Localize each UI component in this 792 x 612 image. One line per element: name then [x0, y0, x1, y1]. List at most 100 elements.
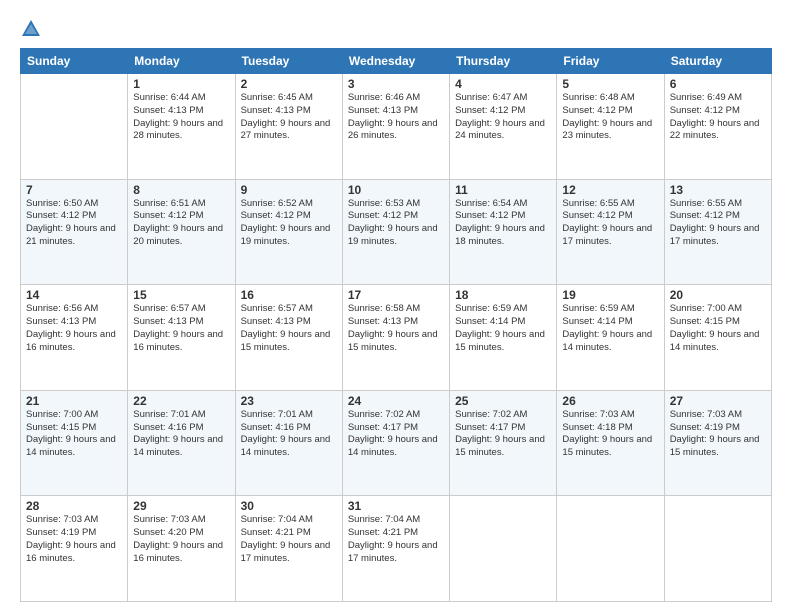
day-number: 19 — [562, 288, 658, 302]
logo-icon — [20, 18, 42, 40]
calendar-week-4: 21Sunrise: 7:00 AMSunset: 4:15 PMDayligh… — [21, 390, 772, 496]
calendar-cell: 24Sunrise: 7:02 AMSunset: 4:17 PMDayligh… — [342, 390, 449, 496]
day-number: 2 — [241, 77, 337, 91]
day-info: Sunrise: 6:59 AMSunset: 4:14 PMDaylight:… — [562, 303, 658, 354]
day-number: 21 — [26, 394, 122, 408]
calendar-cell: 30Sunrise: 7:04 AMSunset: 4:21 PMDayligh… — [235, 496, 342, 602]
day-info: Sunrise: 7:01 AMSunset: 4:16 PMDaylight:… — [133, 409, 229, 460]
day-header-tuesday: Tuesday — [235, 49, 342, 74]
day-number: 30 — [241, 499, 337, 513]
day-info: Sunrise: 7:02 AMSunset: 4:17 PMDaylight:… — [455, 409, 551, 460]
calendar-cell: 5Sunrise: 6:48 AMSunset: 4:12 PMDaylight… — [557, 74, 664, 180]
day-info: Sunrise: 6:45 AMSunset: 4:13 PMDaylight:… — [241, 92, 337, 143]
calendar-cell: 16Sunrise: 6:57 AMSunset: 4:13 PMDayligh… — [235, 285, 342, 391]
day-info: Sunrise: 7:03 AMSunset: 4:20 PMDaylight:… — [133, 514, 229, 565]
calendar-cell: 11Sunrise: 6:54 AMSunset: 4:12 PMDayligh… — [450, 179, 557, 285]
day-number: 17 — [348, 288, 444, 302]
day-info: Sunrise: 6:58 AMSunset: 4:13 PMDaylight:… — [348, 303, 444, 354]
day-header-sunday: Sunday — [21, 49, 128, 74]
calendar-cell: 7Sunrise: 6:50 AMSunset: 4:12 PMDaylight… — [21, 179, 128, 285]
day-header-friday: Friday — [557, 49, 664, 74]
day-info: Sunrise: 7:00 AMSunset: 4:15 PMDaylight:… — [670, 303, 766, 354]
calendar-cell: 22Sunrise: 7:01 AMSunset: 4:16 PMDayligh… — [128, 390, 235, 496]
calendar-cell — [664, 496, 771, 602]
day-header-thursday: Thursday — [450, 49, 557, 74]
day-info: Sunrise: 6:44 AMSunset: 4:13 PMDaylight:… — [133, 92, 229, 143]
day-info: Sunrise: 6:47 AMSunset: 4:12 PMDaylight:… — [455, 92, 551, 143]
page: SundayMondayTuesdayWednesdayThursdayFrid… — [0, 0, 792, 612]
calendar-cell: 21Sunrise: 7:00 AMSunset: 4:15 PMDayligh… — [21, 390, 128, 496]
calendar-cell: 9Sunrise: 6:52 AMSunset: 4:12 PMDaylight… — [235, 179, 342, 285]
day-header-saturday: Saturday — [664, 49, 771, 74]
calendar-table: SundayMondayTuesdayWednesdayThursdayFrid… — [20, 48, 772, 602]
calendar-header-row: SundayMondayTuesdayWednesdayThursdayFrid… — [21, 49, 772, 74]
day-number: 31 — [348, 499, 444, 513]
day-number: 22 — [133, 394, 229, 408]
day-number: 24 — [348, 394, 444, 408]
day-number: 10 — [348, 183, 444, 197]
day-number: 4 — [455, 77, 551, 91]
day-info: Sunrise: 6:59 AMSunset: 4:14 PMDaylight:… — [455, 303, 551, 354]
calendar-cell: 12Sunrise: 6:55 AMSunset: 4:12 PMDayligh… — [557, 179, 664, 285]
day-number: 14 — [26, 288, 122, 302]
calendar-cell: 8Sunrise: 6:51 AMSunset: 4:12 PMDaylight… — [128, 179, 235, 285]
day-header-monday: Monday — [128, 49, 235, 74]
day-info: Sunrise: 6:52 AMSunset: 4:12 PMDaylight:… — [241, 198, 337, 249]
day-info: Sunrise: 6:57 AMSunset: 4:13 PMDaylight:… — [241, 303, 337, 354]
day-info: Sunrise: 6:54 AMSunset: 4:12 PMDaylight:… — [455, 198, 551, 249]
day-info: Sunrise: 7:03 AMSunset: 4:19 PMDaylight:… — [26, 514, 122, 565]
calendar-cell: 27Sunrise: 7:03 AMSunset: 4:19 PMDayligh… — [664, 390, 771, 496]
day-number: 20 — [670, 288, 766, 302]
calendar-cell: 1Sunrise: 6:44 AMSunset: 4:13 PMDaylight… — [128, 74, 235, 180]
day-number: 16 — [241, 288, 337, 302]
day-info: Sunrise: 6:51 AMSunset: 4:12 PMDaylight:… — [133, 198, 229, 249]
day-number: 15 — [133, 288, 229, 302]
calendar-cell: 13Sunrise: 6:55 AMSunset: 4:12 PMDayligh… — [664, 179, 771, 285]
calendar-week-1: 1Sunrise: 6:44 AMSunset: 4:13 PMDaylight… — [21, 74, 772, 180]
day-info: Sunrise: 6:53 AMSunset: 4:12 PMDaylight:… — [348, 198, 444, 249]
day-info: Sunrise: 6:56 AMSunset: 4:13 PMDaylight:… — [26, 303, 122, 354]
day-number: 11 — [455, 183, 551, 197]
calendar-week-5: 28Sunrise: 7:03 AMSunset: 4:19 PMDayligh… — [21, 496, 772, 602]
day-number: 23 — [241, 394, 337, 408]
header — [20, 18, 772, 40]
day-info: Sunrise: 6:55 AMSunset: 4:12 PMDaylight:… — [562, 198, 658, 249]
day-number: 7 — [26, 183, 122, 197]
calendar-cell: 17Sunrise: 6:58 AMSunset: 4:13 PMDayligh… — [342, 285, 449, 391]
day-info: Sunrise: 6:48 AMSunset: 4:12 PMDaylight:… — [562, 92, 658, 143]
day-number: 9 — [241, 183, 337, 197]
day-number: 29 — [133, 499, 229, 513]
day-number: 1 — [133, 77, 229, 91]
day-number: 18 — [455, 288, 551, 302]
day-info: Sunrise: 6:46 AMSunset: 4:13 PMDaylight:… — [348, 92, 444, 143]
day-info: Sunrise: 6:50 AMSunset: 4:12 PMDaylight:… — [26, 198, 122, 249]
calendar-cell — [450, 496, 557, 602]
calendar-cell: 14Sunrise: 6:56 AMSunset: 4:13 PMDayligh… — [21, 285, 128, 391]
day-number: 28 — [26, 499, 122, 513]
calendar-cell: 28Sunrise: 7:03 AMSunset: 4:19 PMDayligh… — [21, 496, 128, 602]
day-number: 3 — [348, 77, 444, 91]
day-number: 25 — [455, 394, 551, 408]
logo — [20, 18, 44, 40]
calendar-cell: 4Sunrise: 6:47 AMSunset: 4:12 PMDaylight… — [450, 74, 557, 180]
day-info: Sunrise: 7:00 AMSunset: 4:15 PMDaylight:… — [26, 409, 122, 460]
calendar-cell — [21, 74, 128, 180]
calendar-cell: 31Sunrise: 7:04 AMSunset: 4:21 PMDayligh… — [342, 496, 449, 602]
day-number: 13 — [670, 183, 766, 197]
calendar-cell: 15Sunrise: 6:57 AMSunset: 4:13 PMDayligh… — [128, 285, 235, 391]
calendar-cell: 18Sunrise: 6:59 AMSunset: 4:14 PMDayligh… — [450, 285, 557, 391]
calendar-cell: 25Sunrise: 7:02 AMSunset: 4:17 PMDayligh… — [450, 390, 557, 496]
day-info: Sunrise: 6:49 AMSunset: 4:12 PMDaylight:… — [670, 92, 766, 143]
day-number: 8 — [133, 183, 229, 197]
day-info: Sunrise: 6:55 AMSunset: 4:12 PMDaylight:… — [670, 198, 766, 249]
day-header-wednesday: Wednesday — [342, 49, 449, 74]
calendar-cell: 26Sunrise: 7:03 AMSunset: 4:18 PMDayligh… — [557, 390, 664, 496]
day-info: Sunrise: 7:03 AMSunset: 4:19 PMDaylight:… — [670, 409, 766, 460]
calendar-cell: 3Sunrise: 6:46 AMSunset: 4:13 PMDaylight… — [342, 74, 449, 180]
day-info: Sunrise: 7:04 AMSunset: 4:21 PMDaylight:… — [348, 514, 444, 565]
calendar-week-2: 7Sunrise: 6:50 AMSunset: 4:12 PMDaylight… — [21, 179, 772, 285]
day-info: Sunrise: 7:01 AMSunset: 4:16 PMDaylight:… — [241, 409, 337, 460]
day-info: Sunrise: 6:57 AMSunset: 4:13 PMDaylight:… — [133, 303, 229, 354]
day-info: Sunrise: 7:03 AMSunset: 4:18 PMDaylight:… — [562, 409, 658, 460]
day-info: Sunrise: 7:02 AMSunset: 4:17 PMDaylight:… — [348, 409, 444, 460]
